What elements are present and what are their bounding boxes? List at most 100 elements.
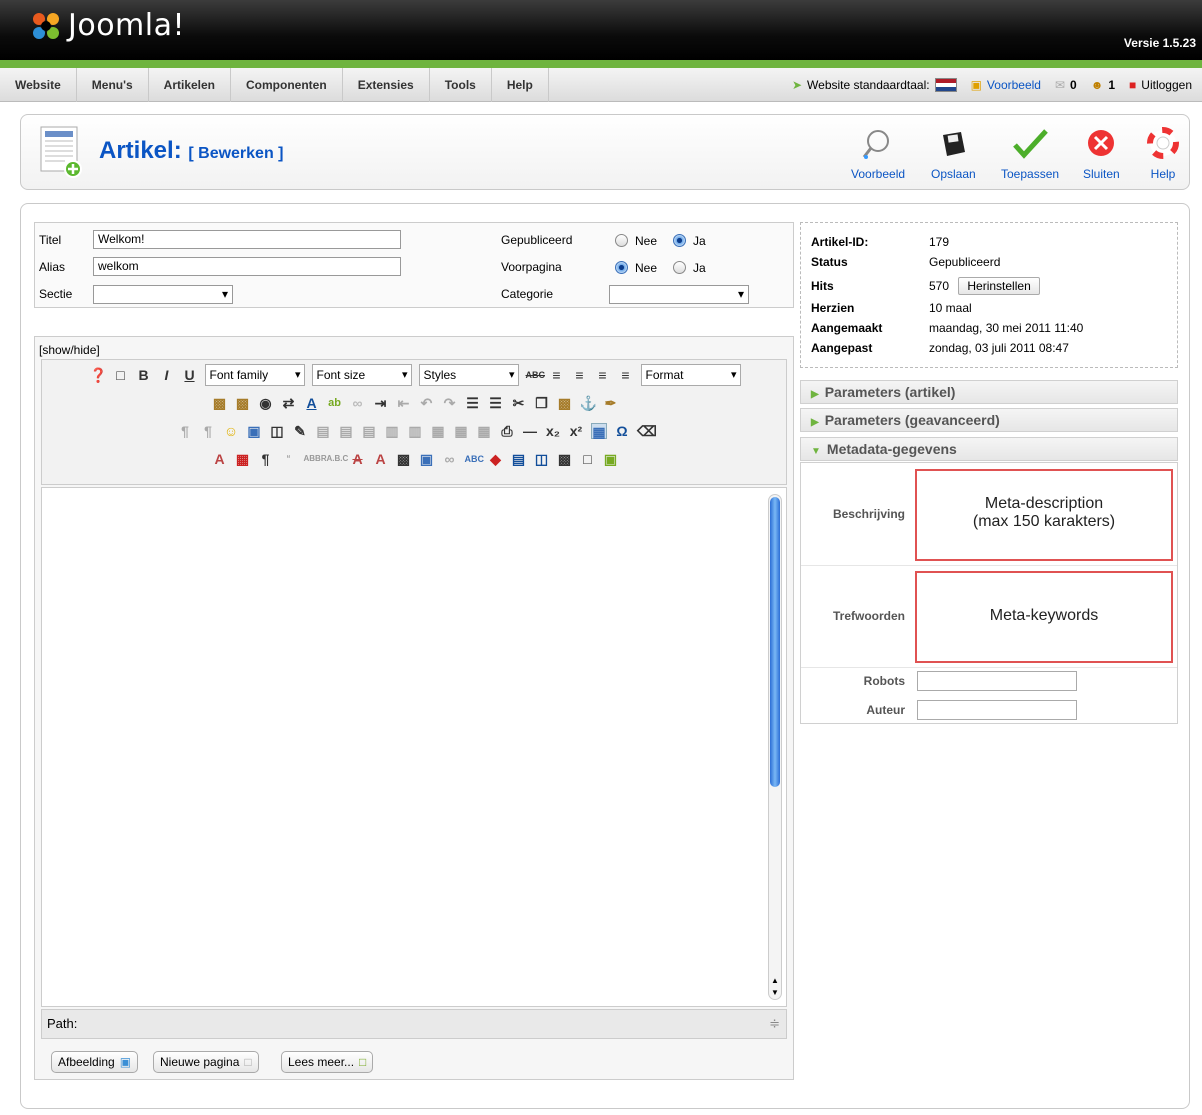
scroll-up-icon[interactable]: ▲ (771, 976, 779, 985)
strikethrough-icon[interactable]: ABC (526, 367, 546, 383)
print-preview-icon[interactable]: ◫ (269, 423, 285, 439)
visual-aid-icon[interactable]: ▦ (591, 423, 607, 440)
meta-description-field[interactable]: Meta-description (max 150 karakters) (915, 469, 1173, 561)
published-yes-radio[interactable] (673, 234, 686, 247)
table-row-props-icon[interactable]: ▤ (338, 423, 354, 439)
robots-field[interactable] (917, 671, 1077, 691)
find-icon[interactable]: ◉ (258, 395, 274, 411)
bullet-list-icon[interactable]: ☰ (488, 395, 504, 411)
editor-scrollbar[interactable]: ▲ ▼ (768, 494, 782, 1000)
anchor-icon[interactable]: ⚓ (580, 395, 597, 411)
insert-row-icon[interactable]: ▤ (315, 423, 331, 439)
preview-link[interactable]: ▣ Voorbeeld (971, 78, 1041, 92)
background-color-icon[interactable]: ab (327, 395, 343, 411)
menu-articles[interactable]: Artikelen (149, 67, 232, 102)
insert-text-icon[interactable]: A (373, 451, 389, 467)
users-count[interactable]: ☻ 1 (1091, 78, 1115, 92)
table-cell-props-icon[interactable]: ▤ (361, 423, 377, 439)
undo-icon[interactable]: ↶ (419, 395, 435, 411)
outdent-icon[interactable]: ⇤ (396, 395, 412, 411)
messages-count[interactable]: ✉ 0 (1055, 78, 1077, 92)
movie-icon[interactable]: ▩ (557, 451, 573, 467)
align-left-icon[interactable]: ≡ (549, 367, 565, 383)
link-icon[interactable]: ∞ (442, 451, 458, 467)
insert-image-button[interactable]: Afbeelding ▣ (51, 1051, 139, 1073)
media-icon[interactable]: ▣ (246, 423, 262, 439)
insert-column-icon[interactable]: ▥ (384, 423, 400, 439)
menu-tools[interactable]: Tools (430, 67, 492, 102)
redo-icon[interactable]: ↷ (442, 395, 458, 411)
horizontal-rule-icon[interactable]: — (522, 423, 538, 439)
template-icon[interactable]: ◫ (534, 451, 550, 467)
font-size-select[interactable]: Font size (311, 364, 412, 386)
attributes-icon[interactable]: ▩ (396, 451, 412, 467)
font-family-select[interactable]: Font family (204, 364, 305, 386)
abbr-icon[interactable]: ABBR (304, 451, 327, 467)
scroll-down-icon[interactable]: ▼ (771, 988, 779, 997)
help-button[interactable]: Help (1145, 127, 1181, 181)
html-source-icon[interactable]: ◆ (488, 451, 504, 467)
split-cells-icon[interactable]: ▦ (430, 423, 446, 439)
cut-icon[interactable]: ✂ (511, 395, 527, 411)
table-icon[interactable]: ▦ (476, 423, 492, 439)
indent-icon[interactable]: ⇥ (373, 395, 389, 411)
menu-help[interactable]: Help (492, 67, 549, 102)
image-icon[interactable]: ▣ (419, 451, 435, 467)
menu-website[interactable]: Website (0, 67, 77, 102)
ltr-icon[interactable]: ¶ (177, 423, 193, 439)
published-no-radio[interactable] (615, 234, 628, 247)
meta-keywords-field[interactable]: Meta-keywords (915, 571, 1173, 663)
menu-menus[interactable]: Menu's (77, 67, 149, 102)
menu-extensions[interactable]: Extensies (343, 67, 430, 102)
format-select[interactable]: Format (640, 364, 741, 386)
help-icon[interactable]: ❓ (90, 367, 107, 383)
underline-icon[interactable]: U (182, 367, 198, 383)
section-select[interactable] (93, 285, 233, 304)
delete-column-icon[interactable]: ▥ (407, 423, 423, 439)
superscript-icon[interactable]: x² (568, 423, 584, 439)
apply-button[interactable]: Toepassen (1001, 127, 1059, 181)
cleanup-icon[interactable]: ✒ (603, 395, 619, 411)
remove-format-icon[interactable]: A (212, 451, 228, 467)
rtl-icon[interactable]: ¶ (200, 423, 216, 439)
close-button[interactable]: Sluiten (1083, 127, 1120, 181)
author-field[interactable] (917, 700, 1077, 720)
delete-text-icon[interactable]: A (350, 451, 366, 467)
joomla-logo[interactable]: Joomla! (30, 8, 185, 43)
replace-icon[interactable]: ⇄ (281, 395, 297, 411)
numbered-list-icon[interactable]: ☰ (465, 395, 481, 411)
logout-link[interactable]: ■ Uitloggen (1129, 78, 1192, 92)
layer-icon[interactable]: ▤ (511, 451, 527, 467)
pagebreak-icon[interactable]: ▣ (603, 451, 619, 467)
read-more-button[interactable]: Lees meer... □ (281, 1051, 374, 1073)
title-field[interactable]: Welkom! (93, 230, 401, 249)
print-icon[interactable]: ⎙ (499, 423, 515, 439)
align-justify-icon[interactable]: ≡ (618, 367, 634, 383)
pdf-icon[interactable]: ▦ (235, 451, 251, 467)
new-document-icon[interactable]: □ (113, 367, 129, 383)
copy-icon[interactable]: ❐ (534, 395, 550, 411)
preview-button[interactable]: Voorbeeld (851, 127, 905, 181)
alias-field[interactable]: welkom (93, 257, 401, 276)
paste-icon[interactable]: ▩ (557, 395, 573, 411)
merge-cells-icon[interactable]: ▦ (453, 423, 469, 439)
spellcheck-icon[interactable]: ABC (465, 451, 485, 467)
save-button[interactable]: Opslaan (931, 127, 976, 181)
nonbreaking-icon[interactable]: □ (580, 451, 596, 467)
panel-metadata[interactable]: ▼ Metadata-gegevens (800, 437, 1178, 461)
reset-hits-button[interactable]: Herinstellen (958, 277, 1040, 295)
panel-article-params[interactable]: ▶ Parameters (artikel) (800, 380, 1178, 404)
resize-handle-icon[interactable]: ≑ (769, 1010, 780, 1038)
frontpage-no-radio[interactable] (615, 261, 628, 274)
italic-icon[interactable]: I (159, 367, 175, 383)
frontpage-yes-radio[interactable] (673, 261, 686, 274)
unlink-icon[interactable]: ∞ (350, 395, 366, 411)
subscript-icon[interactable]: x₂ (545, 423, 561, 439)
bold-icon[interactable]: B (136, 367, 152, 383)
cite-icon[interactable]: “ (281, 451, 297, 467)
paste-word-icon[interactable]: ▩ (235, 395, 251, 411)
editor-content-area[interactable]: ▲ ▼ (41, 487, 787, 1007)
align-center-icon[interactable]: ≡ (572, 367, 588, 383)
emoticon-icon[interactable]: ☺ (223, 423, 239, 439)
show-hide-toggle[interactable]: [show/hide] (39, 343, 100, 357)
